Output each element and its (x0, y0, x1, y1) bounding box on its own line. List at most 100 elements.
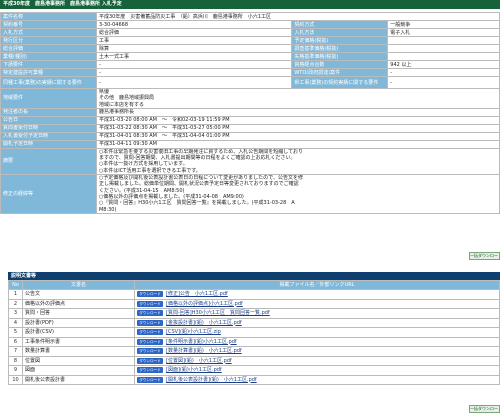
info-label: 契約方式 (291, 20, 389, 29)
doc-no: 6 (8, 336, 23, 347)
info-label: 予定価格(税抜) (291, 36, 389, 45)
info-value: 工事 (95, 36, 293, 45)
col-header-no: No (8, 280, 23, 290)
doc-file-link[interactable]: [条件明示書](鉛)小六1工区.pdf (166, 339, 237, 345)
doc-file-cell: ダウンロード [価格以外の評価点]小六1工区.pdf (134, 298, 500, 309)
info-label: 契約番号 (0, 20, 97, 29)
doc-no: 2 (8, 298, 23, 309)
info-value: 942 以上 (387, 60, 500, 69)
doc-name: 設計書(PDF) (22, 317, 135, 328)
doc-file-cell: ダウンロード [CSV](鉛)小六1工区.zip (134, 327, 500, 338)
info-value: - (387, 68, 500, 77)
download-button[interactable]: ダウンロード (137, 310, 163, 316)
doc-no: 8 (8, 355, 23, 366)
doc-row: 7 数量計算書 ダウンロード [数量計算書](鉛) 小六1工区.pdf (8, 346, 500, 357)
download-all-button[interactable]: 一括ダウンロード (469, 252, 500, 260)
info-label: 発注者の長 (0, 107, 97, 117)
info-label: 総合評価 (0, 44, 97, 53)
info-value: 電子入札 (387, 28, 500, 37)
info-label: 下請要件 (0, 60, 97, 69)
info-value: 3-30-04668 (95, 20, 293, 29)
download-button[interactable]: ダウンロード (137, 319, 163, 326)
download-button[interactable]: ダウンロード (137, 338, 163, 345)
info-line: M8:30) (98, 206, 117, 213)
doc-row: 2 価格以外の評価点 ダウンロード [価格以外の評価点]小六1工区.pdf (8, 298, 500, 309)
doc-row: 10 開札後公表設計書 ダウンロード [開札後公表設計書](鉛) 小六1工区.pdf (8, 374, 500, 385)
doc-name: 位置図 (22, 355, 135, 366)
doc-row: 6 工事条件明示書 ダウンロード [条件明示書](鉛)小六1工区.pdf (8, 336, 500, 347)
doc-file-link[interactable]: [価格以外の評価点]小六1工区.pdf (166, 301, 243, 307)
download-button[interactable]: ダウンロード (137, 329, 163, 335)
info-label: 入札書受付予定日時 (0, 131, 97, 141)
download-all-button-bottom[interactable]: 一括ダウンロード (469, 405, 500, 413)
doc-file-link[interactable]: [図面](鉛)小六1工区.pdf (166, 367, 222, 373)
doc-name: 図面 (22, 365, 135, 376)
documents-table: No 文書名 掲載ファイル名／外部リンクURL 1 公告文 ダウンロード [修正]公告… (8, 280, 500, 385)
info-row: 修正の経緯等 ○予定価格及び開札後公表設計書公表日の日程について変更がありましたの… (0, 174, 500, 214)
info-value: 除算 (95, 44, 293, 53)
doc-name: 開札後公表設計書 (22, 374, 135, 385)
doc-row: 4 設計書(PDF) ダウンロード [金抜設計書](鉛) 小六1工区.pdf (8, 317, 500, 328)
info-label: 地域要件 (0, 88, 97, 109)
info-row: 業種(種別) 土木一式工事 失格基準価格(税抜) (0, 52, 500, 61)
info-value: - (95, 76, 293, 89)
info-row: 発行区分 工事 予定価格(税抜) (0, 36, 500, 45)
page-header: 平成30年度 鹿島港事務所 鹿島港事務所 入札予定 (0, 0, 500, 9)
info-label: 入札方式 (0, 28, 97, 37)
doc-no: 7 (8, 346, 23, 357)
info-value-multiline: 県優 その他 鹿島地域振興局 地域に本店を有する (95, 88, 500, 109)
doc-row: 1 公告文 ダウンロード [修正]公告 小六1工区.pdf (8, 289, 500, 300)
download-button[interactable]: ダウンロード (137, 300, 163, 307)
info-row: 入札書受付予定日時 平成31-04-01 08:30 AM ～ 平成31-04-0… (0, 131, 500, 141)
info-value-multiline: ○予定価格及び開札後公表設計書公表日の日程について変更がありましたので、公告文を… (95, 174, 500, 214)
doc-file-link[interactable]: [開札後公表設計書](鉛) 小六1工区.pdf (166, 377, 257, 383)
doc-row: 9 図面 ダウンロード [図面](鉛)小六1工区.pdf (8, 365, 500, 376)
info-value: 一般競争 (387, 20, 500, 29)
download-button[interactable]: ダウンロード (137, 357, 163, 364)
info-value: 平成31-04-01 08:30 AM ～ 平成31-04-04 01:00 P… (95, 131, 500, 141)
info-row: 地域要件 県優 その他 鹿島地域振興局 地域に本店を有する (0, 88, 500, 109)
info-value (387, 36, 500, 45)
doc-name: 設計書(CSV) (22, 327, 135, 338)
doc-file-cell: ダウンロード [金抜設計書](鉛) 小六1工区.pdf (134, 317, 500, 328)
info-label: 業種(種別) (0, 52, 97, 61)
doc-file-link[interactable]: [数量計算書](鉛) 小六1工区.pdf (166, 348, 242, 354)
doc-name: 質問・回答 (22, 308, 135, 319)
info-value: 平成31-04-11 09:30 AM (95, 139, 500, 149)
info-row: 入札方式 総合評価 入札方法 電子入札 (0, 28, 500, 37)
doc-file-link[interactable]: [金抜設計書](鉛) 小六1工区.pdf (166, 320, 242, 326)
info-value: 土木一式工事 (95, 52, 293, 61)
info-label: 特定建設許可業種 (0, 68, 97, 77)
doc-row: 3 質問・回答 ダウンロード [質問-回答]H30小六1工区 質問回答一覧.pdf (8, 308, 500, 319)
col-header-name: 文書名 (22, 280, 135, 290)
info-value: - (95, 60, 293, 69)
download-button[interactable]: ダウンロード (137, 291, 163, 297)
info-row: 特定建設許可業種 - WTO(政府調達)案件 - (0, 68, 500, 77)
info-row: 開札予定日時 平成31-04-11 09:30 AM (0, 139, 500, 149)
info-row: 摘要 ○本件は緊急を要する災害復旧工事の早期発注に資するため、入札公告期間を短縮し… (0, 147, 500, 176)
doc-file-link[interactable]: [修正]公告 小六1工区.pdf (166, 291, 228, 297)
info-row: 発注者の長 鹿島港事務所長 (0, 107, 500, 117)
doc-file-cell: ダウンロード [条件明示書](鉛)小六1工区.pdf (134, 336, 500, 347)
info-value (387, 52, 500, 61)
doc-name: 工事条件明示書 (22, 336, 135, 347)
doc-name: 価格以外の評価点 (22, 298, 135, 309)
docs-header-row: No 文書名 掲載ファイル名／外部リンクURL (8, 280, 500, 290)
info-row: 案件名称 平成30年度 災害備蓄品防災工事 （鉛）高浜川 鹿島港事務所 小六1工区 (0, 12, 500, 21)
download-button[interactable]: ダウンロード (137, 376, 163, 383)
info-label: 修正の経緯等 (0, 174, 97, 214)
doc-file-link[interactable]: [質問-回答]H30小六1工区 質問回答一覧.pdf (166, 310, 270, 316)
info-label: 同種工事(業務)の実績に関する要件 (0, 76, 97, 89)
doc-name: 公告文 (22, 289, 135, 300)
info-label: WTO(政府調達)案件 (291, 68, 389, 77)
doc-file-link[interactable]: [CSV](鉛)小六1工区.zip (166, 329, 221, 335)
info-label: 開札予定日時 (0, 139, 97, 149)
info-value: 総合評価 (95, 28, 293, 37)
doc-file-link[interactable]: [位置図](鉛) 小六1工区.pdf (166, 358, 232, 364)
info-row: 同種工事(業務)の実績に関する要件 - 県工事(業務)の契約実績に関する要件 - (0, 76, 500, 89)
doc-row: 8 位置図 ダウンロード [位置図](鉛) 小六1工区.pdf (8, 355, 500, 366)
info-value: - (95, 68, 293, 77)
download-button[interactable]: ダウンロード (137, 348, 163, 354)
download-button[interactable]: ダウンロード (137, 367, 163, 373)
info-value: 鹿島港事務所長 (95, 107, 500, 117)
